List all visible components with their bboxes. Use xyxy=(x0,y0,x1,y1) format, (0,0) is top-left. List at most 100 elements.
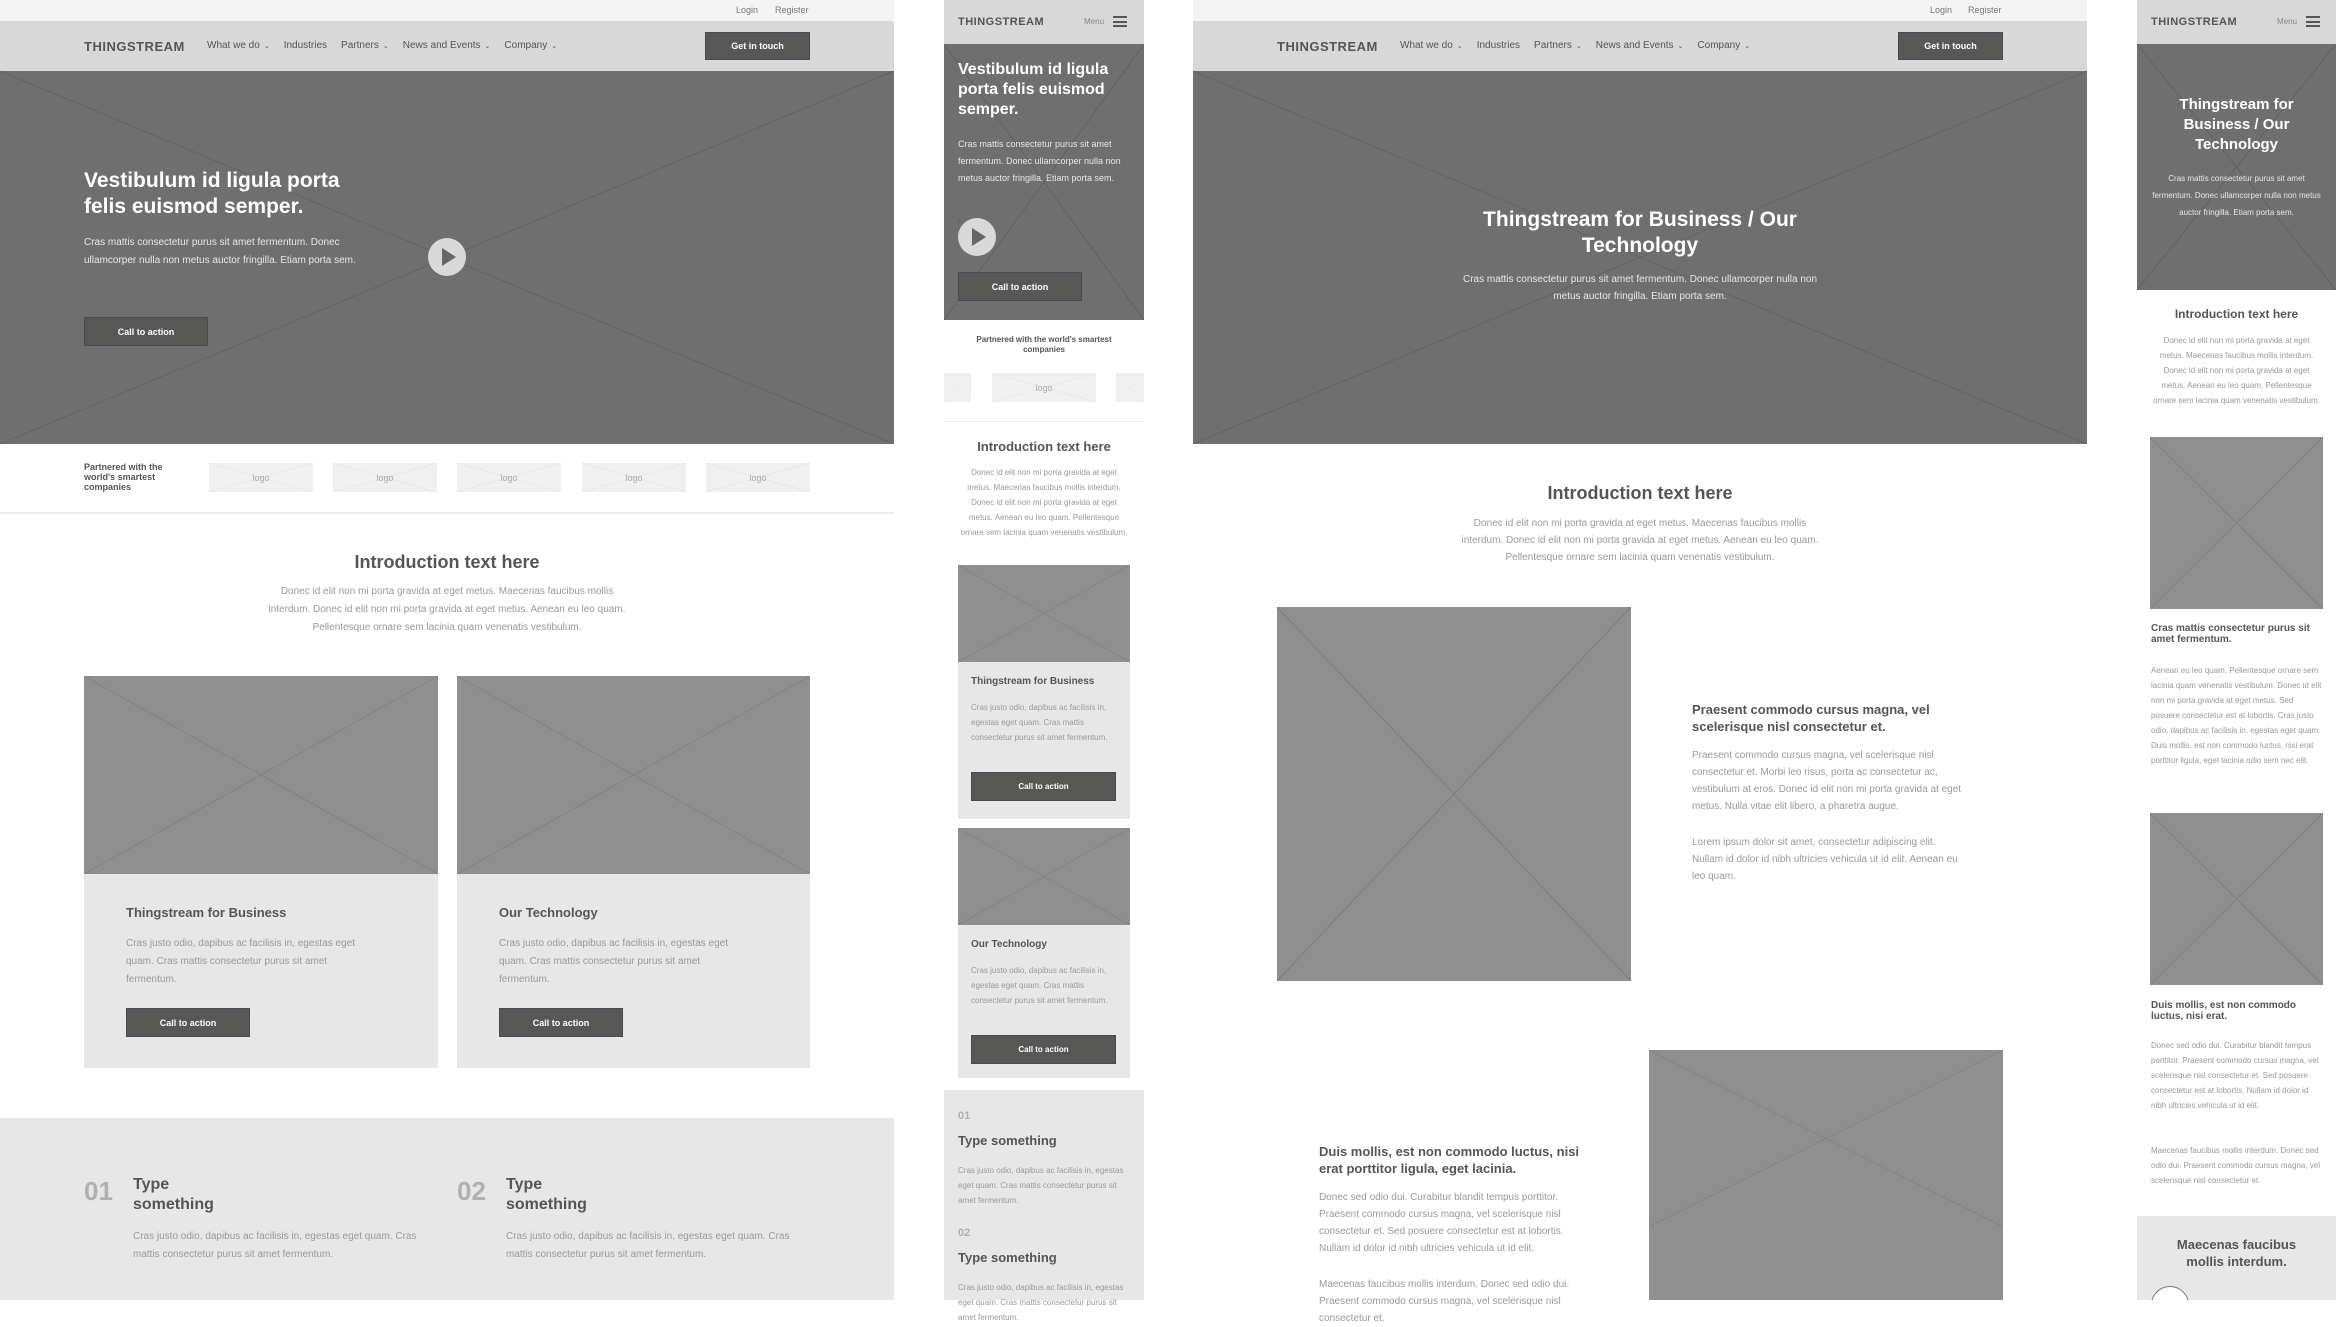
nav-partners[interactable]: Partners ⌄ xyxy=(341,40,389,51)
nav-company[interactable]: Company ⌄ xyxy=(504,40,557,51)
feature-body: Lorem ipsum dolor sit amet, consectetur … xyxy=(1692,837,1958,882)
card-technology: Our Technology Cras justo odio, dapibus … xyxy=(457,676,810,1068)
step-title: Type something xyxy=(133,1176,214,1213)
divider xyxy=(944,421,1144,422)
hero-section: Vestibulum id ligula porta felis euismod… xyxy=(0,71,894,444)
hamburger-menu-icon[interactable] xyxy=(2306,16,2320,27)
login-link[interactable]: Login xyxy=(1930,5,1952,15)
step-number: 02 xyxy=(958,1227,971,1239)
nav-partners[interactable]: Partners ⌄ xyxy=(1534,40,1582,51)
brand-logo[interactable]: THINGSTREAM xyxy=(958,16,1044,28)
step-number: 02 xyxy=(457,1176,486,1206)
card-image-placeholder xyxy=(84,676,438,874)
card-business: Thingstream for Business Cras justo odio… xyxy=(84,676,438,1068)
steps-section: 01 Type something Cras justo odio, dapib… xyxy=(0,1118,894,1300)
step-body: Cras justo odio, dapibus ac facilisis in… xyxy=(506,1231,790,1260)
partner-logo: logo xyxy=(992,373,1096,402)
partner-logo: logo xyxy=(706,463,810,492)
intro-body: Donec id elit non mi porta gravida at eg… xyxy=(268,586,626,633)
mobile-header: THINGSTREAM Menu xyxy=(2137,0,2336,44)
chevron-down-icon: ⌄ xyxy=(1744,43,1751,50)
card-image-placeholder xyxy=(958,828,1130,925)
card-cta-button[interactable]: Call to action xyxy=(126,1008,250,1037)
chevron-down-icon: ⌄ xyxy=(263,43,270,50)
card-title: Our Technology xyxy=(971,939,1047,950)
register-link[interactable]: Register xyxy=(1968,5,2002,15)
menu-label[interactable]: Menu xyxy=(2277,17,2297,26)
nav-what-we-do[interactable]: What we do ⌄ xyxy=(1400,40,1463,51)
steps-section: 01 Type something Cras justo odio, dapib… xyxy=(944,1090,1144,1322)
chevron-down-icon: ⌄ xyxy=(551,43,558,50)
hero-cta-button[interactable]: Call to action xyxy=(84,317,208,346)
step-title: Type something xyxy=(958,1250,1057,1265)
desktop-product-panel: Login Register THINGSTREAM What we do ⌄ I… xyxy=(1193,0,2087,1324)
feature-title: Praesent commodo cursus magna, vel scele… xyxy=(1692,702,1930,734)
feature-body: Donec sed odio dui. Curabitur blandit te… xyxy=(1319,1192,1564,1254)
card-cta-button[interactable]: Call to action xyxy=(499,1008,623,1037)
feature-image-placeholder xyxy=(2150,813,2323,985)
nav-industries[interactable]: Industries xyxy=(1477,40,1520,51)
partner-logo: logo xyxy=(457,463,561,492)
intro-title: Introduction text here xyxy=(2174,307,2299,321)
brand-logo[interactable]: THINGSTREAM xyxy=(1277,39,1378,54)
main-nav: THINGSTREAM What we do ⌄ Industries Partn… xyxy=(1193,21,2087,71)
play-video-button[interactable] xyxy=(428,238,466,276)
partner-logo xyxy=(1116,373,1144,402)
brand-logo[interactable]: THINGSTREAM xyxy=(2151,16,2237,28)
quote-section: Maecenas faucibus mollis interdum. xyxy=(2137,1216,2336,1300)
intro-body: Donec id elit non mi porta gravida at eg… xyxy=(1461,518,1819,563)
main-nav: THINGSTREAM What we do ⌄ Industries Partn… xyxy=(0,21,894,71)
mobile-product-panel: THINGSTREAM Menu Thingstream for Busines… xyxy=(2137,0,2336,1300)
quote-title: Maecenas faucibus mollis interdum. xyxy=(2176,1237,2297,1269)
top-utility-bar: Login Register xyxy=(1193,0,2087,21)
play-video-button[interactable] xyxy=(958,218,996,256)
mobile-header: THINGSTREAM Menu xyxy=(944,0,1144,44)
mobile-product-hero: Thingstream for Business / Our Technolog… xyxy=(2137,44,2336,290)
top-utility-bar: Login Register xyxy=(0,0,894,21)
register-link[interactable]: Register xyxy=(775,5,809,15)
nav-news-events[interactable]: News and Events ⌄ xyxy=(1596,40,1684,51)
card-body: Cras justo odio, dapibus ac facilisis in… xyxy=(499,938,729,985)
nav-news-events[interactable]: News and Events ⌄ xyxy=(403,40,491,51)
step-title: Type something xyxy=(958,1133,1057,1148)
step-title: Type something xyxy=(506,1176,587,1213)
menu-label[interactable]: Menu xyxy=(1084,17,1104,26)
hero-title: Thingstream for Business / Our Technolog… xyxy=(1483,208,1797,257)
step-number: 01 xyxy=(84,1176,113,1206)
intro-title: Introduction text here xyxy=(1547,483,1733,503)
card-image-placeholder xyxy=(958,565,1130,662)
avatar xyxy=(2151,1286,2189,1300)
desktop-home-panel: Login Register THINGSTREAM What we do ⌄ I… xyxy=(0,0,894,1300)
nav-industries[interactable]: Industries xyxy=(284,40,327,51)
hero-title: Vestibulum id ligula porta felis euismod… xyxy=(84,169,340,218)
partner-logo xyxy=(944,373,971,402)
get-in-touch-button[interactable]: Get in touch xyxy=(705,32,810,60)
feature-title: Duis mollis, est non commodo luctus, nis… xyxy=(2151,1000,2297,1022)
hamburger-menu-icon[interactable] xyxy=(1113,16,1127,27)
card-title: Our Technology xyxy=(499,905,598,920)
play-icon xyxy=(442,248,456,266)
hero-body: Cras mattis consectetur purus sit amet f… xyxy=(84,237,356,266)
partner-logo: logo xyxy=(209,463,313,492)
get-in-touch-button[interactable]: Get in touch xyxy=(1898,32,2003,60)
feature-body: Aenean eu leo quam. Pellentesque ornare … xyxy=(2151,666,2322,765)
feature-body: Maecenas faucibus mollis interdum. Donec… xyxy=(2151,1146,2320,1185)
feature-body: Praesent commodo cursus magna, vel scele… xyxy=(1692,750,1962,812)
card-cta-button[interactable]: Call to action xyxy=(971,772,1116,801)
nav-what-we-do[interactable]: What we do ⌄ xyxy=(207,40,270,51)
intro-body: Donec id elit non mi porta gravida at eg… xyxy=(2153,336,2320,405)
hero-body: Cras mattis consectetur purus sit amet f… xyxy=(2152,174,2321,217)
partner-logo: logo xyxy=(333,463,437,492)
brand-logo[interactable]: THINGSTREAM xyxy=(84,39,185,54)
card-cta-button[interactable]: Call to action xyxy=(971,1035,1116,1064)
step-body: Cras justo odio, dapibus ac facilisis in… xyxy=(958,1166,1124,1205)
card-business: Thingstream for Business Cras justo odio… xyxy=(958,565,1130,819)
nav-company[interactable]: Company ⌄ xyxy=(1697,40,1750,51)
mobile-home-panel: THINGSTREAM Menu Vestibulum id ligula po… xyxy=(944,0,1144,1322)
feature-body: Maecenas faucibus mollis interdum. Donec… xyxy=(1319,1279,1570,1324)
login-link[interactable]: Login xyxy=(736,5,758,15)
partners-label: Partnered with the world's smartest comp… xyxy=(976,335,1112,354)
step-number: 01 xyxy=(958,1110,971,1122)
hero-cta-button[interactable]: Call to action xyxy=(958,272,1082,301)
card-body: Cras justo odio, dapibus ac facilisis in… xyxy=(126,938,356,985)
